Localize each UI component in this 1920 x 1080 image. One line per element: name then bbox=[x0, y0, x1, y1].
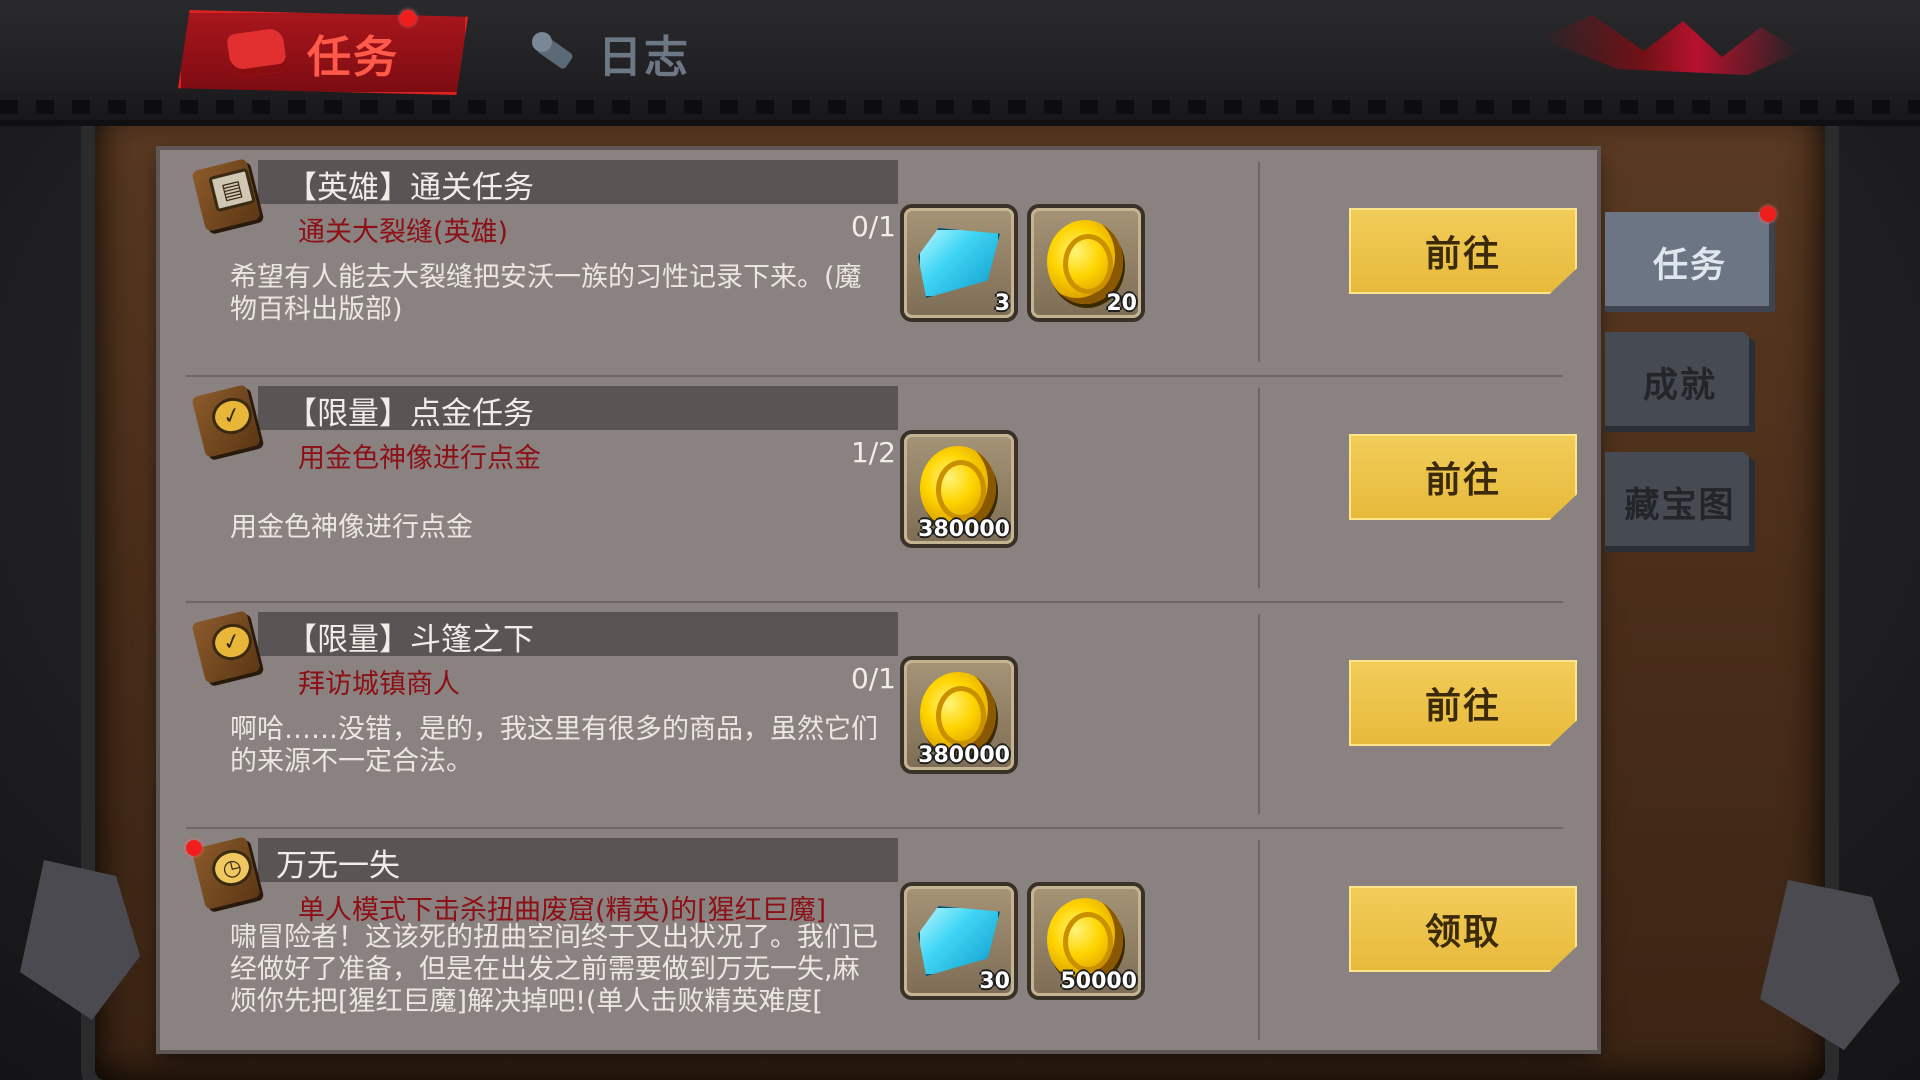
reward-gold[interactable]: 380000 bbox=[904, 434, 1014, 544]
reward-count: 30 bbox=[979, 969, 1010, 994]
book-hero-icon: ▤ bbox=[191, 158, 262, 232]
quest-item: ✓ 【限量】斗篷之下 拜访城镇商人 0/1 啊哈……没错，是的，我这里有很多的商… bbox=[186, 602, 1577, 829]
reward-count: 50000 bbox=[1060, 969, 1137, 994]
side-tab-achievements[interactable]: 成就 bbox=[1605, 332, 1755, 432]
reward-diamond[interactable]: 3 bbox=[904, 208, 1014, 318]
reward-count: 20 bbox=[1106, 291, 1137, 316]
reward-gold[interactable]: 380000 bbox=[904, 660, 1014, 770]
quest-description: 啸冒险者！这该死的扭曲空间终于又出状况了。我们已经做好了准备，但是在出发之前需要… bbox=[230, 922, 878, 1017]
notification-dot bbox=[400, 10, 416, 26]
tab-quests-label: 任务 bbox=[307, 31, 399, 83]
quest-description: 啊哈……没错，是的，我这里有很多的商品，虽然它们的来源不一定合法。 bbox=[230, 714, 878, 777]
quest-title: 【限量】点金任务 bbox=[286, 396, 534, 432]
notification-dot bbox=[1760, 206, 1776, 222]
book-check-icon: ✓ bbox=[191, 384, 262, 458]
tab-journal-label: 日志 bbox=[598, 31, 690, 83]
reward-count: 380000 bbox=[918, 743, 1010, 768]
diamond-icon bbox=[918, 228, 1000, 298]
divider bbox=[1258, 840, 1260, 1040]
quest-item: ▤ 【英雄】通关任务 通关大裂缝(英雄) 0/1 希望有人能去大裂缝把安沃一族的… bbox=[186, 150, 1577, 377]
quest-title: 【限量】斗篷之下 bbox=[286, 622, 534, 658]
reward-diamond[interactable]: 30 bbox=[904, 886, 1014, 996]
tab-journal[interactable]: 日志 bbox=[520, 10, 750, 95]
quest-progress: 1/2 bbox=[850, 436, 896, 469]
reward-count: 380000 bbox=[918, 517, 1010, 542]
reward-gold[interactable]: 20 bbox=[1031, 208, 1141, 318]
quest-objective: 拜访城镇商人 bbox=[298, 669, 460, 700]
tab-quests[interactable]: 任务 bbox=[178, 10, 468, 95]
side-tab-treasure-map[interactable]: 藏宝图 bbox=[1605, 452, 1755, 552]
notification-dot bbox=[186, 840, 202, 856]
reward-gold[interactable]: 50000 bbox=[1031, 886, 1141, 996]
go-button[interactable]: 前往 bbox=[1349, 660, 1577, 746]
quest-panel: ▤ 【英雄】通关任务 通关大裂缝(英雄) 0/1 希望有人能去大裂缝把安沃一族的… bbox=[160, 150, 1597, 1050]
reward-count: 3 bbox=[994, 291, 1010, 316]
torch-icon bbox=[530, 30, 576, 76]
quest-description: 用金色神像进行点金 bbox=[230, 512, 473, 543]
scroll-icon bbox=[226, 26, 288, 79]
quest-objective: 通关大裂缝(英雄) bbox=[298, 217, 509, 248]
quest-title: 万无一失 bbox=[276, 848, 400, 884]
claim-button[interactable]: 领取 bbox=[1349, 886, 1577, 972]
go-button[interactable]: 前往 bbox=[1349, 208, 1577, 294]
quest-item: ✓ 【限量】点金任务 用金色神像进行点金 1/2 用金色神像进行点金 38000… bbox=[186, 376, 1577, 603]
quest-progress: 0/1 bbox=[850, 662, 896, 695]
divider bbox=[1258, 162, 1260, 362]
diamond-icon bbox=[918, 906, 1000, 976]
quest-title: 【英雄】通关任务 bbox=[286, 170, 534, 206]
quest-description: 希望有人能去大裂缝把安沃一族的习性记录下来。(魔物百科出版部) bbox=[230, 262, 862, 325]
quest-progress: 0/1 bbox=[850, 210, 896, 243]
side-tab-quests[interactable]: 任务 bbox=[1605, 212, 1775, 312]
go-button[interactable]: 前往 bbox=[1349, 434, 1577, 520]
divider bbox=[1258, 614, 1260, 814]
thorn-border bbox=[0, 100, 1920, 114]
book-check-icon: ✓ bbox=[191, 610, 262, 684]
divider bbox=[1258, 388, 1260, 588]
quest-item: ◷ 万无一失 单人模式下击杀扭曲废窟(精英)的[猩红巨魔] 啸冒险者！这该死的扭… bbox=[186, 828, 1577, 1053]
quest-objective: 用金色神像进行点金 bbox=[298, 443, 541, 474]
book-clock-icon: ◷ bbox=[191, 836, 262, 910]
